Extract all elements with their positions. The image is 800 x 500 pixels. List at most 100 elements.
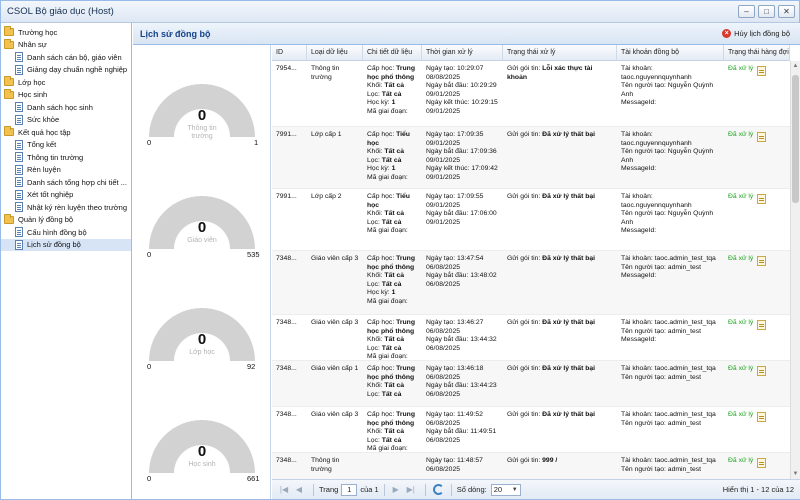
minimize-button[interactable]: – bbox=[738, 5, 755, 18]
grid-cell: Giáo viên cấp 3 bbox=[307, 251, 363, 314]
status-value: Đã xử lý thất bại bbox=[542, 319, 596, 326]
tree-item[interactable]: Danh sách tổng hợp chi tiết ... bbox=[1, 176, 131, 189]
grid-cell: Gửi gói tin: 999 / bbox=[503, 453, 617, 479]
table-row[interactable]: 7991... Lớp cấp 1 Cấp học: Tiểu học Khối: T… bbox=[272, 127, 790, 189]
rows-per-page-select[interactable]: 20 ▼ bbox=[490, 483, 521, 496]
grid-cell: Gửi gói tin: Đã xử lý thất bại bbox=[503, 189, 617, 250]
scrollbar-thumb[interactable] bbox=[792, 75, 799, 203]
folder-icon bbox=[4, 126, 14, 137]
table-row[interactable]: 7348... Giáo viên cấp 1 Cấp học: Trung học… bbox=[272, 361, 790, 407]
detail-line: Khối: Tất cả bbox=[367, 82, 419, 91]
tree-item[interactable]: Rèn luyện bbox=[1, 164, 131, 177]
scroll-up-icon[interactable]: ▲ bbox=[791, 61, 800, 71]
detail-key: Khối: bbox=[367, 148, 385, 156]
prev-page-icon[interactable]: ◀ bbox=[293, 484, 305, 496]
tree-item[interactable]: Lịch sử đồng bộ bbox=[1, 238, 131, 251]
rows-per-page-label: Số dòng: bbox=[456, 485, 487, 494]
column-header[interactable]: Loại dữ liệu bbox=[307, 45, 363, 61]
detail-key: Lọc: bbox=[367, 436, 382, 444]
tree-item[interactable]: Danh sách học sinh bbox=[1, 101, 131, 114]
row-id: 7954... bbox=[276, 65, 297, 72]
page-number-input[interactable]: 1 bbox=[341, 483, 358, 496]
grid-cell: Tài khoản: taoc.admin_test_tqa Tên người … bbox=[617, 251, 724, 314]
row-id: 7348... bbox=[276, 365, 297, 372]
detail-key: Học kỳ: bbox=[367, 165, 392, 173]
account-line: Tài khoản: taoc.nguyennquynhanh bbox=[621, 65, 692, 81]
table-row[interactable]: 7954... Thông tin trường Cấp học: Trung họ… bbox=[272, 61, 790, 127]
grid-cell: 7991... bbox=[272, 189, 307, 250]
table-row[interactable]: 7348... Giáo viên cấp 3 Cấp học: Trung học… bbox=[272, 251, 790, 315]
tree-item[interactable]: Lớp học bbox=[1, 76, 131, 89]
edit-icon[interactable] bbox=[757, 132, 767, 142]
detail-line: Cấp học: Tiểu học bbox=[367, 131, 419, 148]
gauge-value: 0 bbox=[197, 107, 207, 124]
tree-item[interactable]: Kết quả học tập bbox=[1, 126, 131, 139]
last-page-icon[interactable]: ▶| bbox=[405, 484, 417, 496]
grid-header: ID Loại dữ liệu Chi tiết dữ liệu Thời gian … bbox=[272, 45, 790, 61]
next-page-icon[interactable]: ▶ bbox=[390, 484, 402, 496]
grid-cell: Giáo viên cấp 3 bbox=[307, 315, 363, 360]
tree-item-label: Sức khỏe bbox=[27, 115, 60, 125]
table-row[interactable]: 7991... Lớp cấp 2 Cấp học: Tiểu học Khối: T… bbox=[272, 189, 790, 251]
first-page-icon[interactable]: |◀ bbox=[278, 484, 290, 496]
data-type: Lớp cấp 1 bbox=[311, 131, 342, 138]
edit-icon[interactable] bbox=[757, 194, 767, 204]
close-button[interactable]: ✕ bbox=[778, 5, 795, 18]
tree-item[interactable]: Danh sách cán bộ, giáo viên bbox=[1, 51, 131, 64]
scroll-down-icon[interactable]: ▼ bbox=[791, 469, 800, 479]
detail-key: Cấp học: bbox=[367, 193, 397, 200]
grid-cell: Đã xử lý bbox=[724, 127, 790, 188]
gauge-value: 0 bbox=[197, 443, 207, 460]
tree-item[interactable]: Quản lý đồng bộ bbox=[1, 213, 131, 227]
table-row[interactable]: 7348... Thông tin trường Ngày tạo: 11:48:5… bbox=[272, 453, 790, 479]
tree-item[interactable]: Thông tin trường bbox=[1, 151, 131, 164]
tree-item[interactable]: Xét tốt nghiệp bbox=[1, 189, 131, 202]
column-header[interactable]: Trạng thái hàng đợi bbox=[724, 45, 790, 61]
grid-cell: 7348... bbox=[272, 407, 307, 452]
table-row[interactable]: 7348... Giáo viên cấp 3 Cấp học: Trung học… bbox=[272, 315, 790, 361]
tree-item[interactable]: Nhật ký rèn luyện theo trường bbox=[1, 201, 131, 214]
detail-value: Tất cả bbox=[384, 336, 405, 344]
edit-icon[interactable] bbox=[757, 412, 767, 422]
column-header[interactable]: Trạng thái xử lý bbox=[503, 45, 617, 61]
edit-icon[interactable] bbox=[757, 66, 767, 76]
account-line: Tài khoản: taoc.admin_test_tqa bbox=[621, 319, 716, 326]
column-header[interactable]: Chi tiết dữ liệu bbox=[363, 45, 422, 61]
maximize-button[interactable]: □ bbox=[758, 5, 775, 18]
vertical-scrollbar[interactable]: ▲ ▼ bbox=[790, 61, 800, 479]
account-line: Tên người tạo: admin_test bbox=[621, 263, 702, 271]
tree-item[interactable]: Trường học bbox=[1, 26, 131, 39]
document-icon bbox=[15, 189, 23, 200]
grid-cell: Gửi gói tin: Đã xử lý thất bại bbox=[503, 361, 617, 406]
gauge-value: 0 bbox=[197, 331, 207, 348]
time-line: Ngày tạo: 13:46:18 06/08/2025 bbox=[426, 365, 500, 382]
navigation-tree: Trường học Nhân sự Danh sách cán bộ, giáo … bbox=[1, 23, 132, 499]
tree-item[interactable]: Giảng dạy chuẩn nghề nghiệp bbox=[1, 64, 131, 77]
table-row[interactable]: 7348... Giáo viên cấp 3 Cấp học: Trung học… bbox=[272, 407, 790, 453]
tree-item[interactable]: Sức khỏe bbox=[1, 114, 131, 127]
cancel-sync-schedule-button[interactable]: × Hủy lịch đồng bộ bbox=[716, 26, 796, 41]
detail-value: Tất cả bbox=[381, 390, 402, 398]
column-header[interactable]: ID bbox=[272, 45, 307, 61]
time-key: Ngày bắt đầu: bbox=[426, 148, 471, 156]
detail-line: Cấp học: Trung học phổ thông bbox=[367, 255, 419, 272]
edit-icon[interactable] bbox=[757, 366, 767, 376]
tree-item[interactable]: Nhân sự bbox=[1, 38, 131, 52]
tree-item[interactable]: Cấu hình đồng bộ bbox=[1, 226, 131, 239]
detail-key: Lọc: bbox=[367, 156, 382, 164]
page-count-label: của 1 bbox=[360, 485, 379, 494]
refresh-icon[interactable] bbox=[432, 484, 444, 495]
data-type: Giáo viên cấp 1 bbox=[311, 365, 359, 372]
grid-cell: Cấp học: Trung học phổ thông Khối: Tất cả… bbox=[363, 251, 422, 314]
edit-icon[interactable] bbox=[757, 458, 767, 468]
edit-icon[interactable] bbox=[757, 320, 767, 330]
edit-icon[interactable] bbox=[757, 256, 767, 266]
tree-item[interactable]: Tổng kết bbox=[1, 139, 131, 152]
grid-cell: Đã xử lý bbox=[724, 407, 790, 452]
column-header[interactable]: Thời gian xử lý bbox=[422, 45, 503, 61]
tree-item[interactable]: Học sinh bbox=[1, 88, 131, 102]
time-line: Ngày bắt đầu: 17:09:36 09/01/2025 bbox=[426, 148, 500, 165]
folder-icon bbox=[4, 38, 14, 49]
time-line: Ngày tạo: 11:49:52 06/08/2025 bbox=[426, 411, 500, 428]
column-header[interactable]: Tài khoản đồng bộ bbox=[617, 45, 724, 61]
